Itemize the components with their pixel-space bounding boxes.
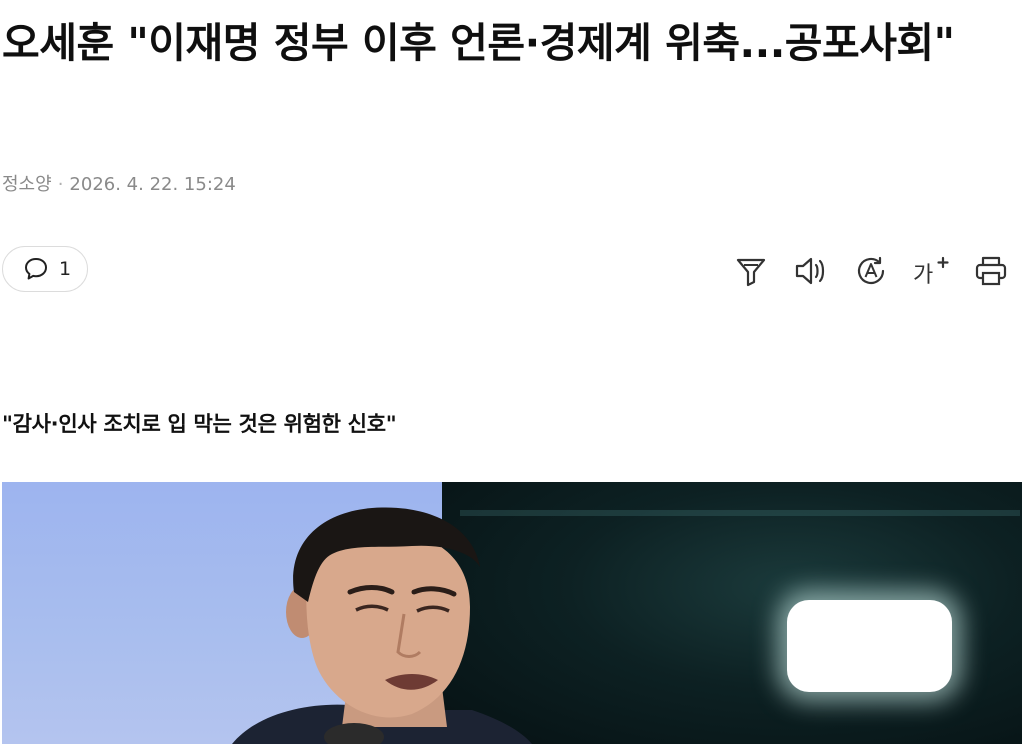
svg-text:가: 가 bbox=[913, 263, 933, 288]
author-name[interactable]: 정소양 bbox=[2, 172, 52, 198]
article-subheadline: "감사·인사 조치로 입 막는 것은 위험한 신호" bbox=[2, 412, 397, 437]
summary-filter-icon[interactable] bbox=[730, 250, 772, 292]
translate-icon[interactable] bbox=[850, 250, 892, 292]
comment-count: 1 bbox=[59, 258, 72, 280]
article-meta: 정소양 · 2026. 4. 22. 15:24 bbox=[2, 172, 236, 198]
article-toolbar: 가 bbox=[730, 250, 1012, 292]
publish-datetime: 2026. 4. 22. 15:24 bbox=[69, 174, 236, 195]
text-to-speech-icon[interactable] bbox=[790, 250, 832, 292]
speaker-photo bbox=[232, 507, 532, 744]
article-photo[interactable] bbox=[2, 482, 1022, 744]
meta-separator: · bbox=[57, 174, 64, 195]
article-headline: 오세훈 "이재명 정부 이후 언론·경제계 위축...공포사회" bbox=[2, 19, 955, 67]
comment-button[interactable]: 1 bbox=[2, 246, 88, 292]
print-icon[interactable] bbox=[970, 250, 1012, 292]
comment-icon bbox=[23, 256, 49, 282]
font-size-icon[interactable]: 가 bbox=[910, 250, 952, 292]
article-page: 오세훈 "이재명 정부 이후 언론·경제계 위축...공포사회" 정소양 · 2… bbox=[0, 0, 1024, 744]
